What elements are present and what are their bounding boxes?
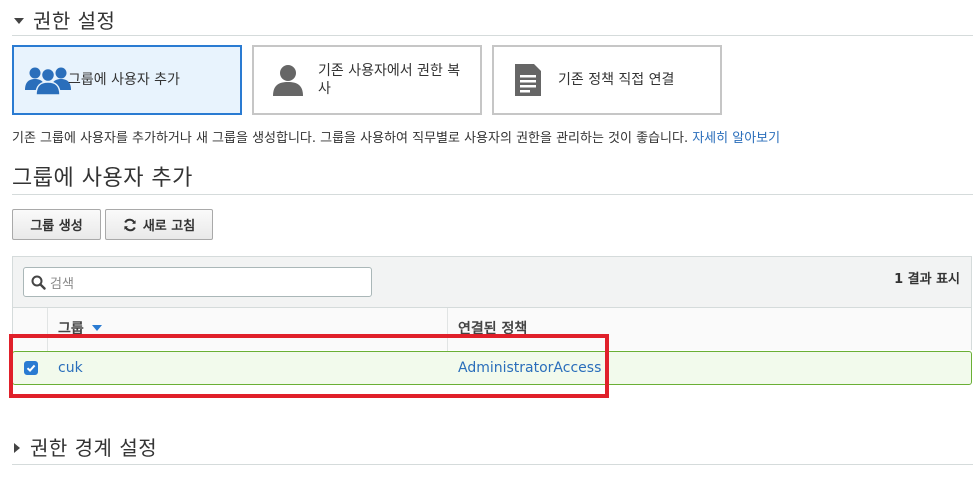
option-copy-permissions-label-line2: 사 [318, 81, 331, 97]
option-copy-permissions-label-line1: 기존 사용자에서 권한 복 [318, 63, 461, 79]
caret-right-icon [14, 443, 20, 453]
description: 기존 그룹에 사용자를 추가하거나 새 그룹을 생성합니다. 그룹을 사용하여 … [12, 127, 780, 146]
refresh-icon [123, 218, 137, 232]
description-text: 기존 그룹에 사용자를 추가하거나 새 그룹을 생성합니다. 그룹을 사용하여 … [12, 131, 693, 146]
document-icon [504, 63, 552, 97]
search-placeholder: 검색 [50, 276, 74, 292]
option-attach-policy[interactable]: 기존 정책 직접 연결 [492, 45, 722, 115]
option-copy-permissions-label: 기존 사용자에서 권한 복 사 [318, 62, 460, 98]
permissions-section-title: 권한 설정 [33, 8, 116, 33]
result-count: 1 결과 표시 [894, 272, 960, 287]
refresh-button-label: 새로 고침 [142, 219, 196, 234]
group-section-title: 그룹에 사용자 추가 [12, 166, 193, 191]
search-icon [31, 275, 46, 290]
divider [12, 464, 973, 465]
option-add-to-group[interactable]: 그룹에 사용자 추가 [12, 45, 242, 115]
boundary-section-header[interactable]: 권한 경계 설정 [14, 432, 157, 461]
caret-down-icon [14, 18, 24, 24]
highlight-box [9, 334, 609, 398]
option-add-to-group-label: 그룹에 사용자 추가 [68, 72, 180, 88]
divider [12, 35, 973, 36]
boundary-section-title: 권한 경계 설정 [30, 436, 158, 460]
user-icon [264, 63, 312, 97]
option-copy-permissions[interactable]: 기존 사용자에서 권한 복 사 [252, 45, 482, 115]
refresh-button[interactable]: 새로 고침 [105, 209, 213, 240]
divider [12, 194, 973, 195]
create-group-button[interactable]: 그룹 생성 [12, 209, 101, 240]
learn-more-link[interactable]: 자세히 알아보기 [692, 131, 780, 146]
search-input[interactable]: 검색 [23, 267, 372, 297]
group-icon [24, 64, 72, 96]
permissions-section-header[interactable]: 권한 설정 [14, 4, 115, 34]
sort-desc-icon [91, 325, 102, 331]
option-attach-policy-label: 기존 정책 직접 연결 [558, 72, 675, 88]
